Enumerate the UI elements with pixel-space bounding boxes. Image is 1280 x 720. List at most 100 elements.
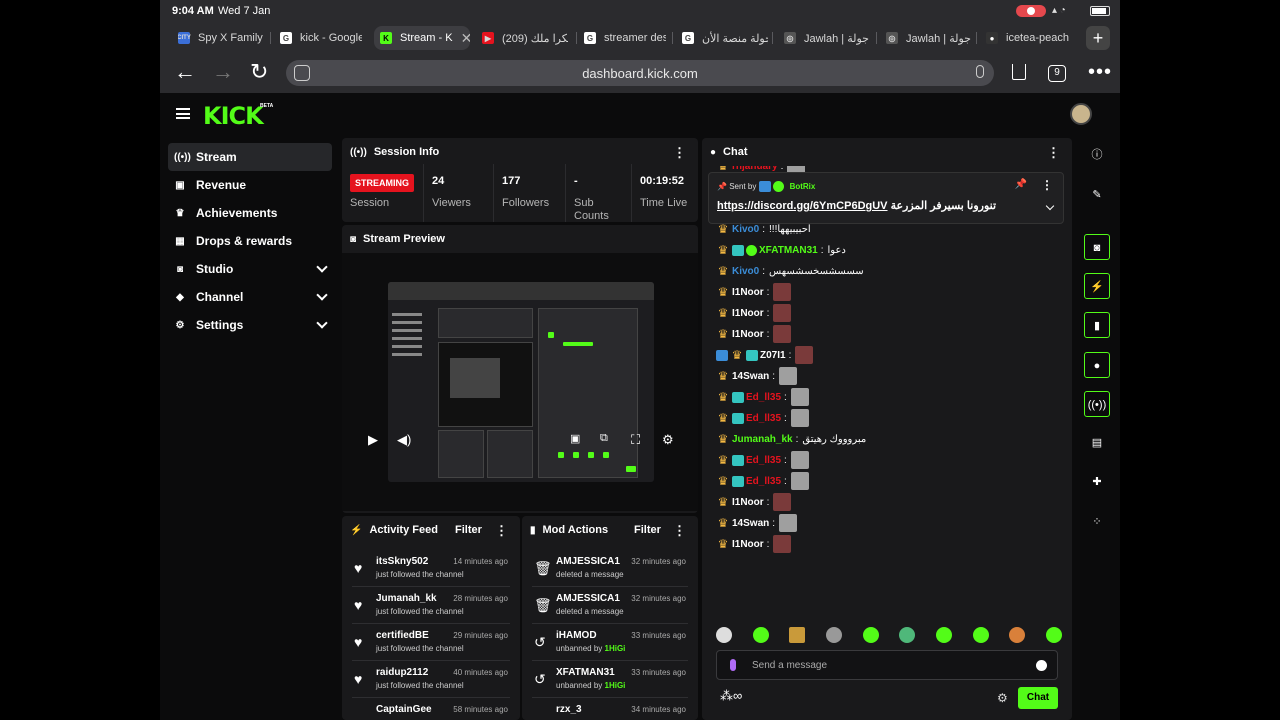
kebab-menu-icon[interactable]: ⋮ [1041,178,1053,192]
list-item[interactable]: ↺ XFATMAN31 33 minutes ago unbanned by 1HiG… [522,661,698,698]
chat-message[interactable]: ♛ 14Swan: [716,366,798,386]
screen-recording-icon[interactable] [1016,5,1046,17]
chat-message[interactable]: ♛ I1Noor: [716,534,792,554]
browser-tab-3[interactable]: ▶ (209) شكرا ملك [482,26,568,50]
chat-message[interactable]: ♛ Ed_ll35: [716,471,809,491]
chat-message[interactable]: ♛ I1Noor: [716,282,792,302]
gear-icon[interactable]: ⚙ [662,432,674,448]
chat-message[interactable]: ♛ Z07I1: [716,345,814,365]
mic-icon[interactable] [730,659,736,671]
chat-username[interactable]: XFATMAN31 [759,245,818,256]
emote-icon[interactable] [1045,627,1062,643]
close-tab-icon[interactable]: ✕ [461,30,470,47]
infinity-icon[interactable]: ⁂∞ [720,688,742,704]
broadcast-icon[interactable]: ((•)) [1084,391,1110,417]
browser-tab-active[interactable]: K Stream - K ✕ [374,26,470,50]
video-player[interactable]: ▶ ◀) ▣ ⧉ ⛶ ⚙ [342,253,698,511]
clip-icon[interactable]: ▣ [570,432,580,445]
emote-icon[interactable] [825,627,842,643]
chat-message[interactable]: ♛ 14Swan: [716,513,798,533]
chat-username[interactable]: Jumanah_kk [732,434,793,445]
emote-icon[interactable] [716,627,732,643]
kick-logo[interactable]: KICK [203,102,264,130]
chat-message[interactable]: ♛ XFATMAN31: دعوا [716,240,846,260]
list-item[interactable]: ♥ certifiedBE 29 minutes ago just followed … [342,624,520,661]
forward-arrow-icon[interactable]: → [212,61,234,83]
wrench-icon[interactable]: ✚ [1084,469,1110,495]
sidebar-item-settings[interactable]: ⚙ Settings [168,311,332,339]
list-item[interactable]: ↺ iHAMOD 33 minutes ago unbanned by 1HiGi [522,624,698,661]
kebab-menu-icon[interactable]: ⋮ [1047,145,1060,161]
pencil-icon[interactable]: ✎ [1084,182,1110,208]
emote-icon[interactable] [789,627,806,643]
pinned-message[interactable]: 📌 Sent by BotRix 📌 ⋮ https://discord.gg/… [708,172,1064,224]
list-item[interactable]: ♥ itsSkny502 14 minutes ago just followed t… [342,550,520,587]
chat-username[interactable]: Ed_ll35 [746,413,781,424]
chat-message[interactable]: ♛ I1Noor: [716,324,792,344]
chat-username[interactable]: Ed_ll35 [746,455,781,466]
chat-username[interactable]: I1Noor [732,329,764,340]
browser-tab-8[interactable]: ● icetea-peach [986,26,1070,50]
chat-message[interactable]: ♛ I1Noor: [716,303,792,323]
address-bar[interactable]: dashboard.kick.com [286,60,994,86]
sidebar-item-drops[interactable]: ▦ Drops & rewards [168,227,332,255]
emote-icon[interactable] [899,627,916,643]
chat-username[interactable]: Ed_ll35 [746,476,781,487]
fullscreen-icon[interactable]: ⛶ [631,432,640,448]
browser-tab-5[interactable]: G جولة منصة الأن [682,26,768,50]
gear-icon[interactable]: ⚙ [997,691,1008,705]
shield-icon[interactable]: ▮ [1084,312,1110,338]
bolt-icon[interactable]: ⚡ [1084,273,1110,299]
emote-icon[interactable] [862,627,879,643]
share-icon[interactable] [1012,64,1026,80]
camera-icon[interactable]: ◙ [1084,234,1110,260]
chat-username[interactable]: I1Noor [732,539,764,550]
reload-icon[interactable]: ↻ [250,61,268,83]
chat-username[interactable]: Ed_ll35 [746,392,781,403]
list-item[interactable]: ♥ Jumanah_kk 28 minutes ago just followed t… [342,587,520,624]
chat-username[interactable]: rnjanuary [732,166,778,172]
pip-icon[interactable]: ⧉ [600,432,608,445]
list-item[interactable]: ♥ raidup2112 40 minutes ago just followed t… [342,661,520,698]
browser-tab-0[interactable]: CITY Spy X Family [178,26,268,50]
list-item[interactable]: rzx_3 34 minutes ago [522,698,698,720]
emote-icon[interactable] [935,627,952,643]
chat-username[interactable]: Kivo0 [732,224,759,235]
pin-icon[interactable]: 📌 [1015,179,1027,190]
avatar[interactable] [1070,103,1092,125]
chat-message[interactable]: ♛ Ed_ll35: [716,408,809,428]
list-item[interactable]: CaptainGee 58 minutes ago [342,698,520,720]
play-icon[interactable]: ▶ [368,432,378,448]
chevron-down-icon[interactable] [1045,201,1055,211]
tab-count-button[interactable]: 9 [1048,65,1066,82]
chat-message[interactable]: ♛ I1Noor: [716,492,792,512]
sidebar-item-revenue[interactable]: ▣ Revenue [168,171,332,199]
back-arrow-icon[interactable]: ← [174,61,196,83]
pinned-link[interactable]: https://discord.gg/6YmCP6DgUV [717,200,888,212]
emote-icon[interactable] [972,627,989,643]
sidebar-item-achievements[interactable]: ♛ Achievements [168,199,332,227]
sidebar-item-channel[interactable]: ◆ Channel [168,283,332,311]
list-item[interactable]: 🗑 AMJESSICA1 32 minutes ago deleted a messa… [522,587,698,624]
menu-icon[interactable] [176,108,190,119]
chat-username[interactable]: Kivo0 [732,266,759,277]
mic-icon[interactable] [976,65,984,78]
kebab-menu-icon[interactable]: ⋮ [673,523,686,539]
chat-message[interactable]: ♛ Ed_ll35: [716,450,809,470]
send-chat-button[interactable]: Chat [1018,687,1058,709]
kebab-menu-icon[interactable]: ⋮ [673,145,686,161]
sidebar-item-studio[interactable]: ◙ Studio [168,255,332,283]
browser-tab-1[interactable]: Gkick - Google [280,26,362,50]
chat-message[interactable]: ♛ Ed_ll35: [716,387,809,407]
filter-button[interactable]: Filter [634,524,661,536]
chat-username[interactable]: 14Swan [732,518,769,529]
emoji-icon[interactable] [1036,660,1047,671]
chat-bubble-icon[interactable]: ● [1084,352,1110,378]
chat-username[interactable]: I1Noor [732,497,764,508]
chat-message[interactable]: ♛ Kivo0: سسسشسخسشسهس [716,261,864,281]
browser-tab-7[interactable]: ◎ Jawlah | جولة [886,26,972,50]
filter-button[interactable]: Filter [455,524,482,536]
chat-username[interactable]: Z07I1 [760,350,786,361]
new-tab-button[interactable]: + [1086,26,1110,50]
list-item[interactable]: 🗑 AMJESSICA1 32 minutes ago deleted a messa… [522,550,698,587]
